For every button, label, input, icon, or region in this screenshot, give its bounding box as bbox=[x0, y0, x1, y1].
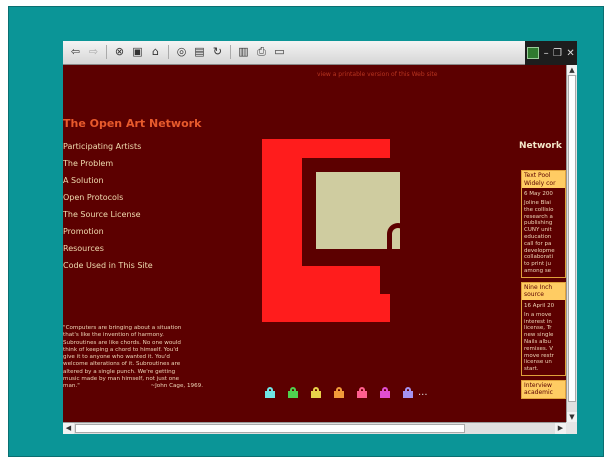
lock-icon[interactable] bbox=[357, 387, 367, 398]
windows-logo-icon bbox=[527, 47, 540, 59]
lock-icon[interactable] bbox=[265, 387, 275, 398]
quote-line: music made by man himself, not just one bbox=[63, 376, 180, 383]
home-icon[interactable]: ⌂ bbox=[148, 44, 163, 59]
vertical-scrollbar[interactable]: ▲ ▼ bbox=[566, 65, 577, 422]
news-card[interactable]: Interview academic bbox=[521, 379, 566, 399]
news-date: 16 April 20 bbox=[524, 302, 555, 309]
discuss-icon[interactable]: ▭ bbox=[272, 44, 287, 59]
quote-line: altered by a single punch. We're getting bbox=[63, 368, 176, 375]
print-icon[interactable]: ⎙ bbox=[254, 44, 269, 59]
site-nav: Participating Artists The Problem A Solu… bbox=[63, 138, 213, 274]
more-locks-ellipsis[interactable]: ... bbox=[418, 388, 428, 398]
nav-item-code-used[interactable]: Code Used in This Site bbox=[63, 257, 213, 274]
nav-item-participating-artists[interactable]: Participating Artists bbox=[63, 138, 213, 155]
horizontal-scroll-thumb[interactable] bbox=[75, 424, 465, 433]
lock-icon[interactable] bbox=[288, 387, 298, 398]
browser-window: ⇦ ⇨ ⊗ ▣ ⌂ ◎ ▤ ↻ ▥ ⎙ ▭ – ❐ ✕ view a print… bbox=[63, 41, 577, 434]
open-lock-artwork[interactable] bbox=[262, 139, 427, 322]
stop-icon[interactable]: ⊗ bbox=[112, 44, 127, 59]
close-icon[interactable]: ✕ bbox=[566, 48, 574, 59]
history-icon[interactable]: ↻ bbox=[210, 44, 225, 59]
presentation-frame: ⇦ ⇨ ⊗ ▣ ⌂ ◎ ▤ ↻ ▥ ⎙ ▭ – ❐ ✕ view a print… bbox=[8, 6, 604, 457]
news-headline[interactable]: Interview academic bbox=[522, 380, 565, 398]
back-icon[interactable]: ⇦ bbox=[68, 44, 83, 59]
news-column: Text Pool Widely cor 6 May 200 Joline Bl… bbox=[521, 170, 566, 403]
vertical-scroll-thumb[interactable] bbox=[568, 75, 576, 402]
quote-line: think of keeping a chord to himself. You… bbox=[63, 346, 179, 353]
nav-item-a-solution[interactable]: A Solution bbox=[63, 172, 213, 189]
lock-shackle bbox=[387, 223, 409, 253]
nav-item-the-problem[interactable]: The Problem bbox=[63, 155, 213, 172]
lock-icon[interactable] bbox=[311, 387, 321, 398]
news-headline[interactable]: Nine Inch source bbox=[522, 282, 565, 300]
nav-item-promotion[interactable]: Promotion bbox=[63, 223, 213, 240]
toolbar-divider bbox=[168, 44, 169, 59]
nav-item-source-license[interactable]: The Source License bbox=[63, 206, 213, 223]
quote-attribution: ~John Cage, 1969. bbox=[150, 383, 203, 390]
news-body: In a move interest in license, Tr new sing… bbox=[524, 311, 554, 373]
news-date: 6 May 200 bbox=[524, 191, 553, 197]
minimize-icon[interactable]: – bbox=[544, 48, 549, 59]
news-card[interactable]: Nine Inch source 16 April 20 In a move in… bbox=[521, 281, 566, 376]
lock-icon[interactable] bbox=[380, 387, 390, 398]
news-body: Joline Blai the collisio research a publis… bbox=[524, 200, 555, 274]
news-card[interactable]: Text Pool Widely cor 6 May 200 Joline Bl… bbox=[521, 170, 566, 278]
printable-version-link[interactable]: view a printable version of this Web sit… bbox=[317, 71, 437, 78]
forward-icon[interactable]: ⇨ bbox=[86, 44, 101, 59]
scroll-left-icon[interactable]: ◀ bbox=[63, 423, 74, 434]
quote-line: man." ~John Cage, 1969. bbox=[63, 383, 203, 390]
quote-line: "Computers are bringing about a situatio… bbox=[63, 325, 182, 331]
page-content: view a printable version of this Web sit… bbox=[63, 65, 566, 422]
quote-line: welcome alterations of it. Subroutines a… bbox=[63, 361, 181, 368]
scroll-down-icon[interactable]: ▼ bbox=[567, 412, 577, 422]
window-controls: – ❐ ✕ bbox=[525, 41, 577, 65]
network-heading: Network bbox=[519, 141, 562, 151]
lock-body bbox=[380, 251, 427, 294]
horizontal-scrollbar[interactable]: ◀ ▶ bbox=[63, 422, 566, 434]
scroll-right-icon[interactable]: ▶ bbox=[555, 423, 566, 434]
media-icon[interactable]: ▤ bbox=[192, 44, 207, 59]
nav-item-resources[interactable]: Resources bbox=[63, 240, 213, 257]
quote-line: that's like the invention of harmony. bbox=[63, 332, 164, 339]
nav-item-open-protocols[interactable]: Open Protocols bbox=[63, 189, 213, 206]
news-headline[interactable]: Text Pool Widely cor bbox=[522, 171, 565, 188]
refresh-icon[interactable]: ▣ bbox=[130, 44, 145, 59]
scroll-up-icon[interactable]: ▲ bbox=[567, 65, 577, 75]
browser-toolbar: ⇦ ⇨ ⊗ ▣ ⌂ ◎ ▤ ↻ ▥ ⎙ ▭ – ❐ ✕ bbox=[63, 41, 577, 65]
cage-quote: "Computers are bringing about a situatio… bbox=[63, 325, 213, 391]
toolbar-divider bbox=[230, 44, 231, 59]
site-title: The Open Art Network bbox=[63, 117, 202, 130]
toolbar-divider bbox=[106, 44, 107, 59]
quote-line: give it to anyone who wanted it. You'd bbox=[63, 354, 170, 361]
color-lock-selector: ... bbox=[265, 387, 428, 398]
search-icon[interactable]: ◎ bbox=[174, 44, 189, 59]
restore-icon[interactable]: ❐ bbox=[553, 48, 562, 59]
edit-icon[interactable]: ▥ bbox=[236, 44, 251, 59]
quote-line: Subroutines are like chords. No one woul… bbox=[63, 339, 181, 346]
scrollbar-corner bbox=[566, 422, 577, 434]
lock-icon[interactable] bbox=[403, 387, 413, 398]
lock-icon[interactable] bbox=[334, 387, 344, 398]
